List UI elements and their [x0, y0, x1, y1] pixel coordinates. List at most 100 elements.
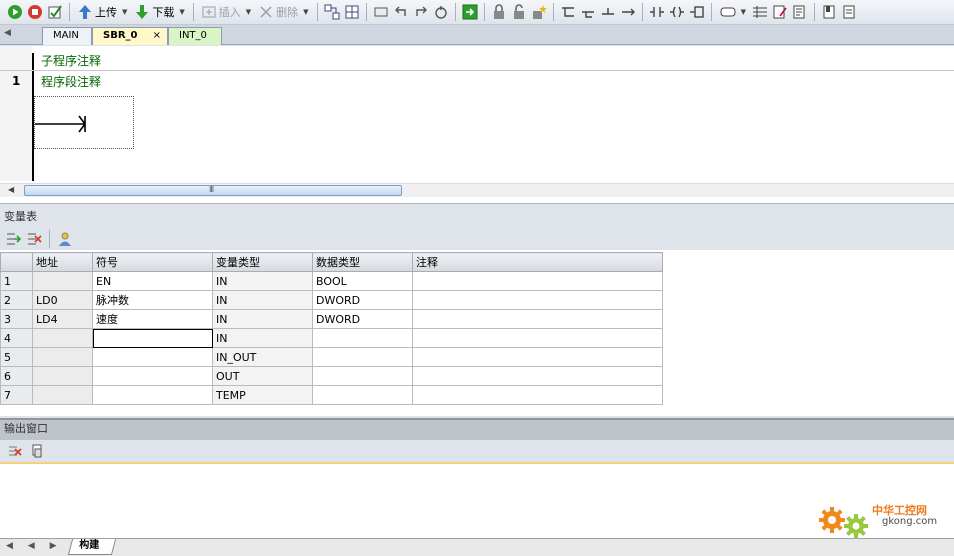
- unlock-icon[interactable]: [510, 3, 528, 21]
- coil-icon[interactable]: [668, 3, 686, 21]
- var-table-header: 地址 符号 变量类型 数据类型 注释: [0, 252, 663, 272]
- exit-icon[interactable]: [461, 3, 479, 21]
- compile-icon[interactable]: [46, 3, 64, 21]
- cell-data-type[interactable]: DWORD: [312, 290, 413, 310]
- cell-comment[interactable]: [412, 309, 663, 329]
- tab-build[interactable]: 构建: [67, 539, 117, 555]
- cell-data-type[interactable]: [312, 366, 413, 386]
- tab-main[interactable]: MAIN: [42, 27, 92, 45]
- properties-icon[interactable]: [840, 3, 858, 21]
- delete-button[interactable]: 删除 ▼: [256, 2, 311, 22]
- cell-var-type: IN: [212, 328, 313, 348]
- clear-output-icon[interactable]: [6, 442, 24, 460]
- reload-icon[interactable]: [432, 3, 450, 21]
- editor-horizontal-scrollbar[interactable]: ◀ III: [0, 183, 954, 197]
- cell-symbol[interactable]: [92, 366, 213, 386]
- run-icon[interactable]: [6, 3, 24, 21]
- box-instruction-icon[interactable]: [688, 3, 706, 21]
- tab-main-label: MAIN: [53, 30, 79, 41]
- cell-data-type[interactable]: BOOL: [312, 271, 413, 291]
- tab-build-label: 构建: [79, 540, 100, 551]
- gkong-watermark: 中华工控网 gkong.com: [814, 496, 950, 540]
- cell-data-type[interactable]: [312, 347, 413, 367]
- network-comment[interactable]: 程序段注释: [41, 73, 101, 90]
- row-number: 7: [0, 385, 33, 405]
- delete-row-icon[interactable]: [25, 230, 43, 248]
- subroutine-comment[interactable]: 子程序注释: [41, 52, 101, 69]
- line-right-icon[interactable]: [619, 3, 637, 21]
- bookmark-icon[interactable]: [820, 3, 838, 21]
- cell-address: [32, 366, 93, 386]
- cell-comment[interactable]: [412, 385, 663, 405]
- output-text-area[interactable]: [0, 462, 954, 538]
- ladder-cell-selection[interactable]: [34, 96, 134, 149]
- tab-scroll-left-icon[interactable]: ◀: [4, 28, 11, 38]
- toolbar-separator: [69, 3, 70, 21]
- cell-comment[interactable]: [412, 290, 663, 310]
- box-icon[interactable]: [372, 3, 390, 21]
- lock-add-icon[interactable]: [530, 3, 548, 21]
- cell-symbol[interactable]: 速度: [92, 309, 213, 329]
- insert-row-icon[interactable]: [4, 230, 22, 248]
- cell-symbol[interactable]: [92, 347, 213, 367]
- copy-output-icon[interactable]: [28, 442, 46, 460]
- branch-up-icon[interactable]: [579, 3, 597, 21]
- cell-comment[interactable]: [412, 328, 663, 348]
- cell-symbol[interactable]: [92, 385, 213, 405]
- cell-comment[interactable]: [412, 366, 663, 386]
- output-tab-bar: ◀ ◀ ▶ ▶ 构建: [0, 538, 954, 556]
- cell-address: LD0: [32, 290, 93, 310]
- main-toolbar: 上传 ▼ 下载 ▼ 插入 ▼ 删除 ▼ ▼: [0, 0, 954, 25]
- comment-toggle-button[interactable]: ▼: [717, 2, 749, 22]
- cell-comment[interactable]: [412, 271, 663, 291]
- cell-var-type: TEMP: [212, 385, 313, 405]
- ladder-editor[interactable]: 子程序注释 1 程序段注释 ◀ III: [0, 46, 954, 204]
- user-define-icon[interactable]: [56, 230, 74, 248]
- table-row[interactable]: 3 LD4 速度 IN DWORD: [0, 309, 663, 329]
- cell-symbol[interactable]: EN: [92, 271, 213, 291]
- table-row[interactable]: 5 IN_OUT: [0, 347, 663, 367]
- cell-symbol[interactable]: 脉冲数: [92, 290, 213, 310]
- block-view-icon[interactable]: [343, 3, 361, 21]
- lock-icon[interactable]: [490, 3, 508, 21]
- contact-icon[interactable]: [648, 3, 666, 21]
- insert-button[interactable]: 插入 ▼: [199, 2, 254, 22]
- stop-icon[interactable]: [26, 3, 44, 21]
- undo-icon[interactable]: [392, 3, 410, 21]
- table-row[interactable]: 2 LD0 脉冲数 IN DWORD: [0, 290, 663, 310]
- scroll-left-icon[interactable]: ◀: [8, 185, 14, 194]
- tab-int-0[interactable]: INT_0: [168, 27, 222, 45]
- branch-down-icon[interactable]: [559, 3, 577, 21]
- cell-var-type: OUT: [212, 366, 313, 386]
- output-panel-title: 输出窗口: [0, 418, 954, 440]
- table-row[interactable]: 4 IN: [0, 328, 663, 348]
- upload-label: 上传: [95, 6, 117, 19]
- redo-icon[interactable]: [412, 3, 430, 21]
- table-row[interactable]: 7 TEMP: [0, 385, 663, 405]
- line-up-icon[interactable]: [599, 3, 617, 21]
- cell-data-type[interactable]: DWORD: [312, 309, 413, 329]
- network-view-icon[interactable]: [323, 3, 341, 21]
- cell-symbol-active[interactable]: [92, 328, 213, 348]
- row-number: 5: [0, 347, 33, 367]
- edit-note-icon[interactable]: [771, 3, 789, 21]
- var-table: 地址 符号 变量类型 数据类型 注释 1 EN IN BOOL 2 LD0 脉冲…: [0, 252, 663, 405]
- tab-sbr-0[interactable]: SBR_0 ×: [92, 27, 168, 45]
- cell-data-type[interactable]: [312, 328, 413, 348]
- table-row[interactable]: 1 EN IN BOOL: [0, 271, 663, 291]
- col-symbol: 符号: [92, 252, 213, 272]
- row-number: 1: [0, 271, 33, 291]
- tab-sbr-0-label: SBR_0: [103, 30, 138, 41]
- table-row[interactable]: 6 OUT: [0, 366, 663, 386]
- scrollbar-thumb[interactable]: III: [24, 185, 402, 196]
- edit-props-icon[interactable]: [791, 3, 809, 21]
- upload-button[interactable]: 上传 ▼: [75, 2, 130, 22]
- cell-comment[interactable]: [412, 347, 663, 367]
- cell-var-type: IN_OUT: [212, 347, 313, 367]
- toolbar-separator: [365, 3, 367, 21]
- tab-close-icon[interactable]: ×: [153, 28, 161, 44]
- cell-data-type[interactable]: [312, 385, 413, 405]
- symbol-table-icon[interactable]: [751, 3, 769, 21]
- col-data-type: 数据类型: [312, 252, 413, 272]
- download-button[interactable]: 下载 ▼: [132, 2, 187, 22]
